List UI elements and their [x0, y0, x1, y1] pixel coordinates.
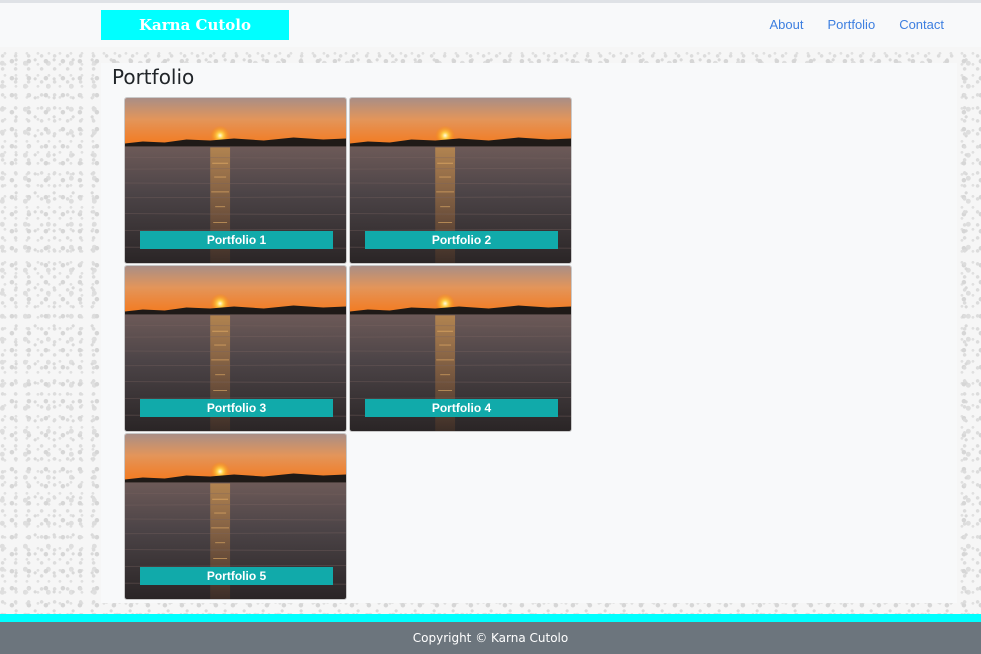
copyright-text: Copyright © Karna Cutolo [412, 631, 569, 645]
portfolio-card-label[interactable]: Portfolio 5 [140, 567, 333, 585]
portfolio-card-3[interactable]: Portfolio 3 [124, 265, 347, 432]
navbar: Karna Cutolo About Portfolio Contact [0, 3, 981, 47]
nav-link-contact[interactable]: Contact [899, 17, 944, 32]
portfolio-card-1[interactable]: Portfolio 1 [124, 97, 347, 264]
nav-link-portfolio[interactable]: Portfolio [827, 17, 875, 32]
footer-accent-bar [0, 614, 981, 622]
footer: Copyright © Karna Cutolo [0, 622, 981, 654]
portfolio-card-2[interactable]: Portfolio 2 [349, 97, 572, 264]
portfolio-card-label[interactable]: Portfolio 2 [365, 231, 558, 249]
nav-link-about[interactable]: About [770, 17, 804, 32]
portfolio-card-label[interactable]: Portfolio 4 [365, 399, 558, 417]
page-title: Portfolio [112, 65, 195, 89]
brand-logo[interactable]: Karna Cutolo [101, 10, 289, 40]
nav-links: About Portfolio Contact [770, 17, 945, 32]
portfolio-card-4[interactable]: Portfolio 4 [349, 265, 572, 432]
portfolio-card-5[interactable]: Portfolio 5 [124, 433, 347, 600]
portfolio-card-label[interactable]: Portfolio 1 [140, 231, 333, 249]
main-content: Portfolio Portfolio 1 Portfolio 2 Portfo… [101, 63, 957, 603]
portfolio-card-label[interactable]: Portfolio 3 [140, 399, 333, 417]
portfolio-grid: Portfolio 1 Portfolio 2 Portfolio 3 Port… [124, 97, 574, 600]
